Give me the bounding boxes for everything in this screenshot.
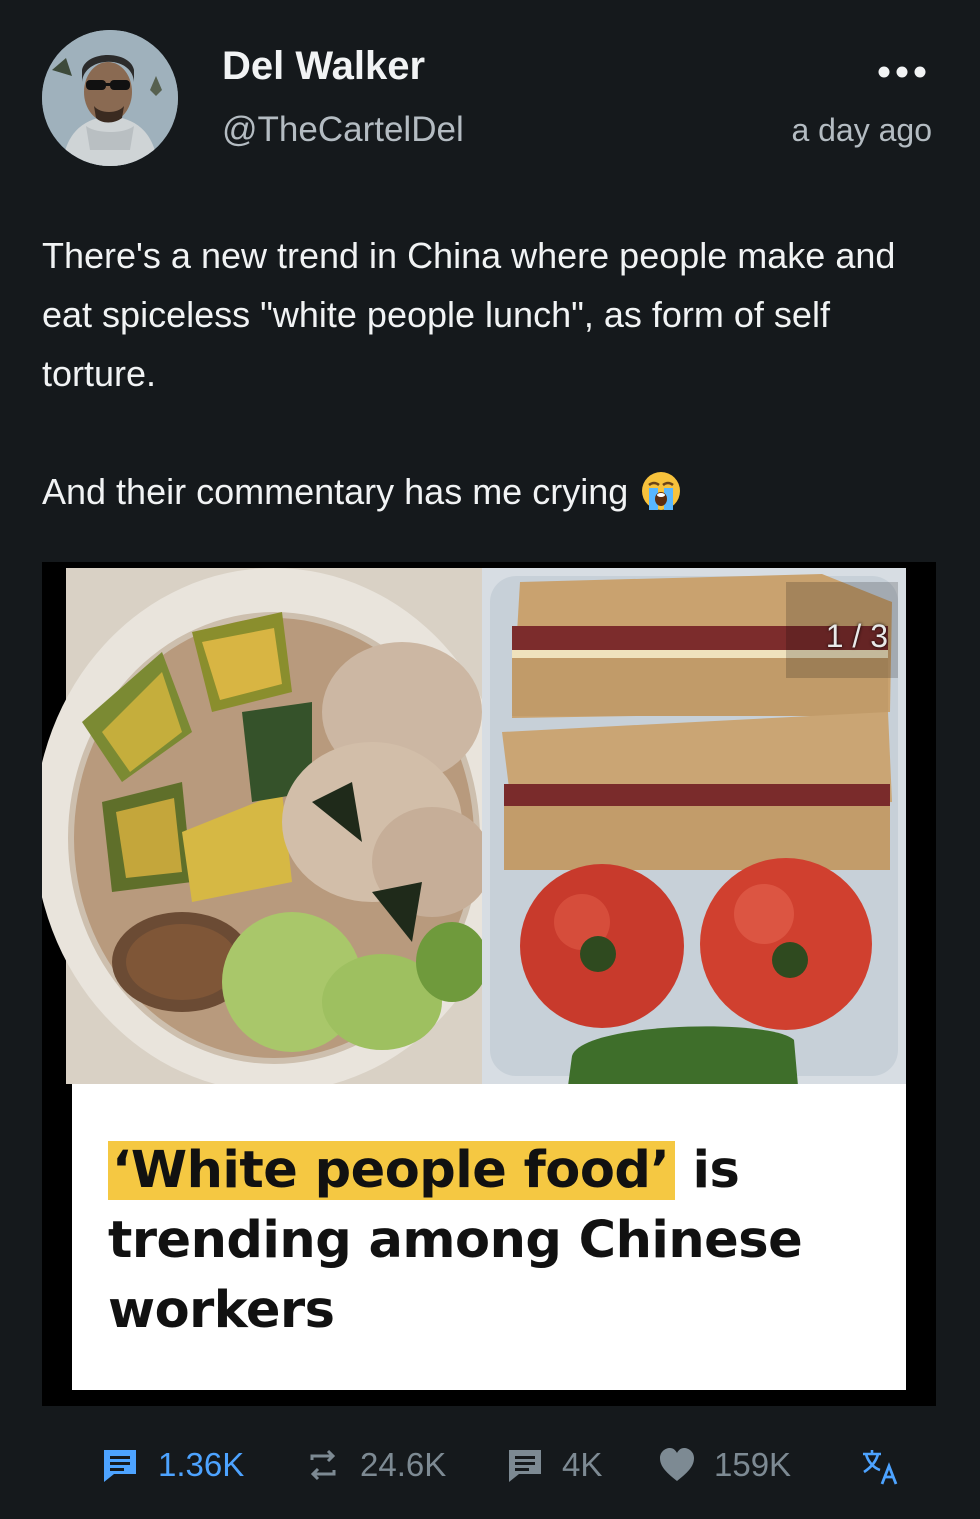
reply-count: 1.36K (158, 1446, 245, 1483)
more-options-button[interactable] (872, 52, 932, 92)
repost-count: 24.6K (360, 1446, 447, 1483)
post-timestamp: a day ago (791, 112, 932, 148)
headline: ‘White people food’ is trending among Ch… (108, 1136, 888, 1346)
post-body: There's a new trend in China where peopl… (42, 226, 942, 529)
quote-count: 4K (562, 1446, 603, 1483)
repost-icon (310, 1449, 336, 1481)
avatar-photo (42, 30, 178, 166)
quote-button[interactable]: 4K (506, 1446, 602, 1484)
like-count: 159K (714, 1446, 792, 1483)
more-dots-icon (878, 66, 926, 78)
loudly-crying-face-icon (640, 470, 682, 529)
post-paragraph-2-text: And their commentary has me crying (42, 471, 629, 512)
headline-highlight: ‘White people food’ (108, 1141, 676, 1200)
post-paragraph-1: There's a new trend in China where peopl… (42, 235, 896, 394)
reply-icon (104, 1450, 136, 1482)
translate-icon (863, 1450, 898, 1485)
author-name[interactable]: Del Walker (222, 44, 425, 89)
quote-icon (509, 1450, 541, 1482)
author-avatar[interactable] (42, 30, 178, 166)
repost-button[interactable]: 24.6K (304, 1446, 446, 1484)
heart-icon (660, 1448, 694, 1481)
action-bar: 1.36K 24.6K 4K 159K (0, 1436, 980, 1508)
headline-card: ‘White people food’ is trending among Ch… (72, 1084, 906, 1390)
post-paragraph-2: And their commentary has me crying (42, 462, 942, 529)
media-carousel[interactable]: 1 / 3 ‘White people food’ is trending am… (42, 562, 936, 1406)
carousel-counter: 1 / 3 (825, 618, 888, 654)
reply-button[interactable]: 1.36K (100, 1446, 244, 1484)
translate-button[interactable] (860, 1446, 900, 1486)
like-button[interactable]: 159K (658, 1446, 791, 1484)
author-handle[interactable]: @TheCartelDel (222, 110, 464, 150)
